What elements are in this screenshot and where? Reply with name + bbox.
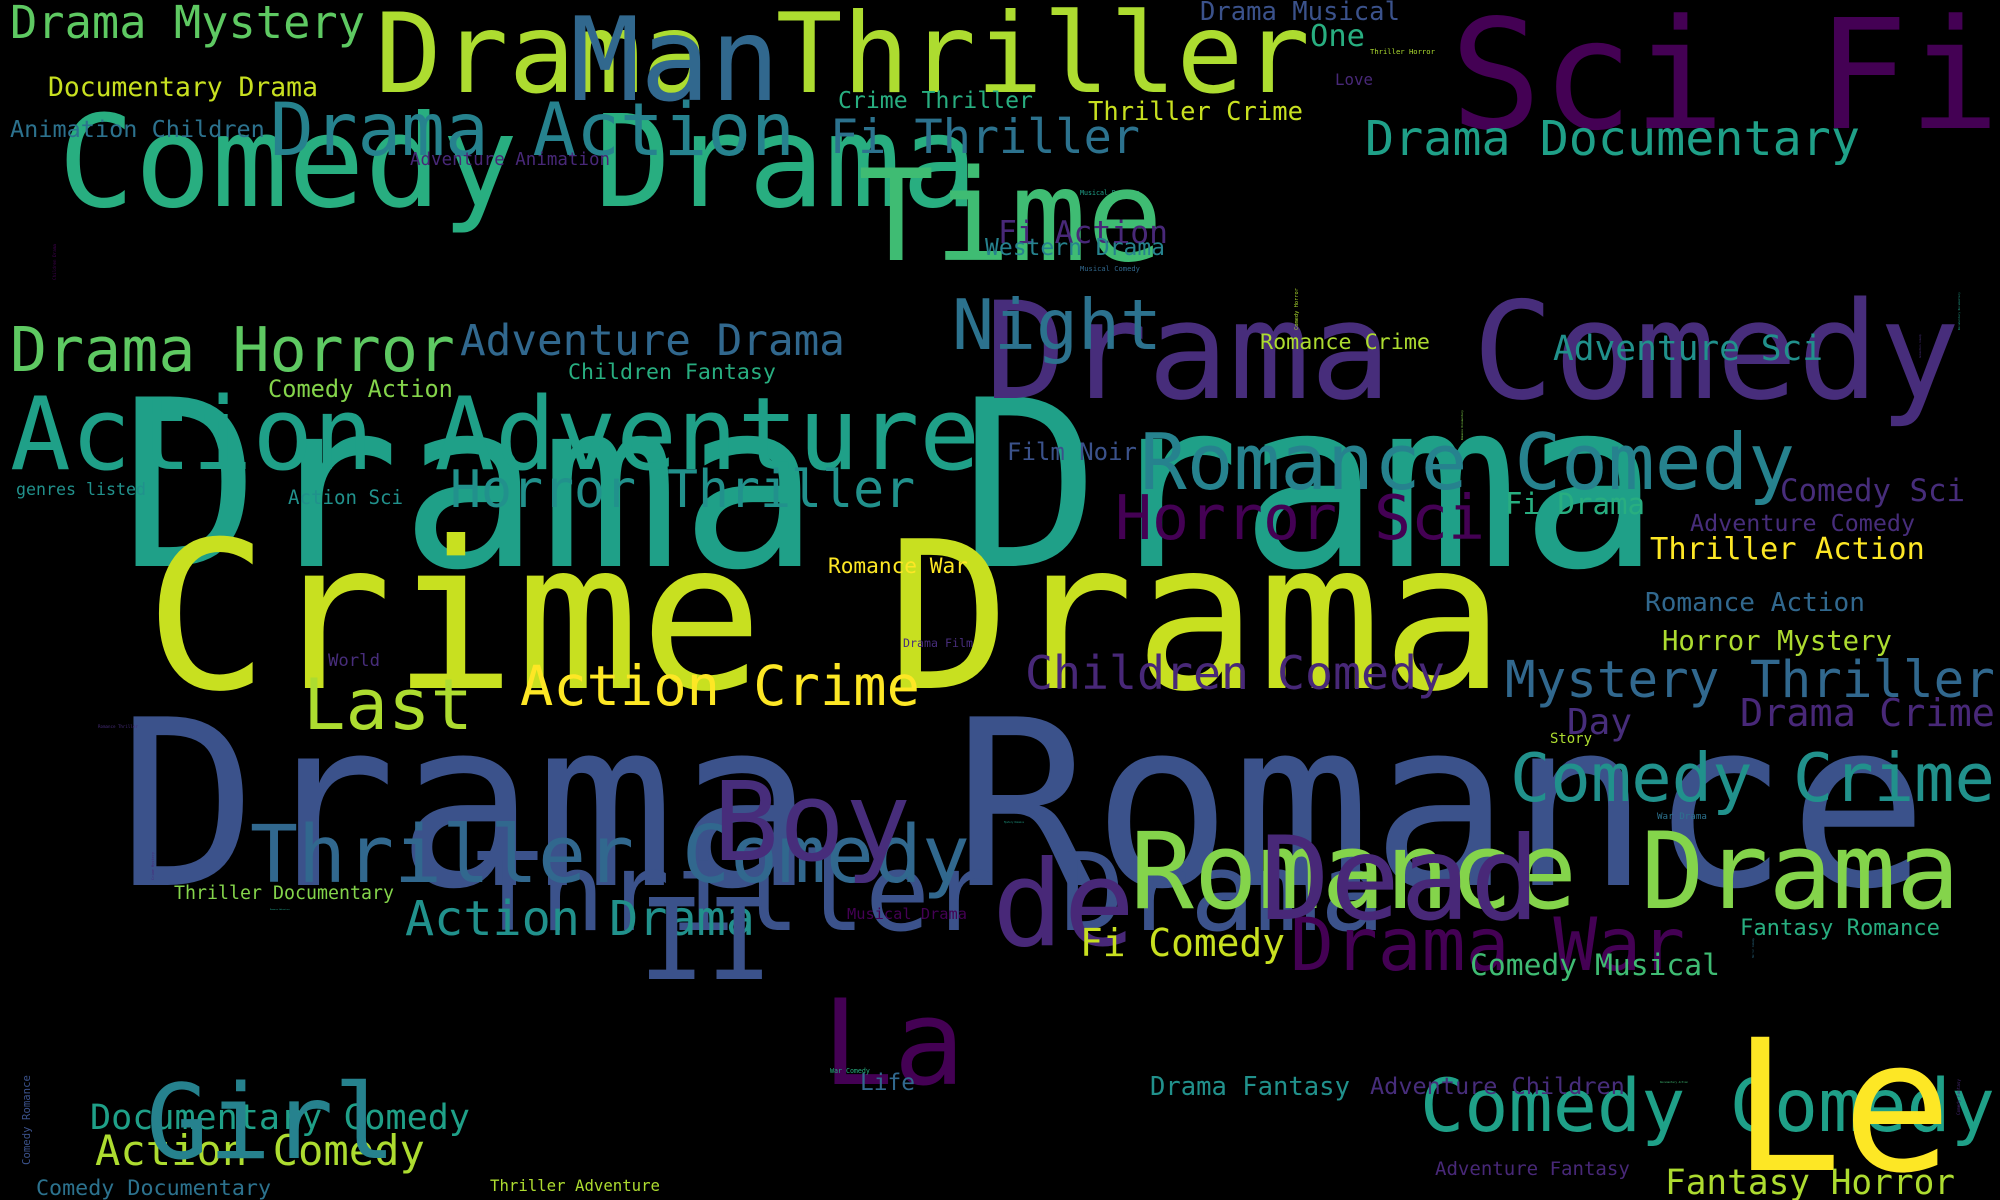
word-romance-war: Romance War xyxy=(828,553,968,578)
word-comedy-fantasy: Comedy Fantasy xyxy=(1957,1079,1962,1115)
word-animation-children: Animation Children xyxy=(10,115,265,143)
word-fi-comedy: Fi Comedy xyxy=(1080,921,1285,965)
word-night: Night xyxy=(952,285,1162,366)
word-horror-mystery: Horror Mystery xyxy=(1662,626,1892,657)
word-film-noir: Film Noir xyxy=(1007,438,1137,466)
word-romance-crime: Romance Crime xyxy=(1260,330,1430,355)
word-horror-sci: Horror Sci xyxy=(1115,483,1485,554)
word-children-comedy: Children Comedy xyxy=(1025,646,1445,700)
word-drama-crime: Drama Crime xyxy=(1740,691,1995,736)
word-adventure-fantasy: Adventure Fantasy xyxy=(1435,1158,1630,1180)
word-girl: Girl xyxy=(146,1063,397,1183)
word-fantasy-horror: Fantasy Horror xyxy=(1665,1162,1956,1200)
word-comedy-musical: Comedy Musical xyxy=(1470,947,1720,982)
word-war-drama: War Drama xyxy=(1657,811,1707,822)
word-comedy-sci: Comedy Sci xyxy=(1780,473,1965,509)
word-action-crime: Action Crime xyxy=(520,655,920,719)
word-life: Life xyxy=(860,1070,915,1096)
word-boy: Boy xyxy=(713,758,911,886)
word-crime-mystery: Crime Mystery xyxy=(151,851,155,880)
word-drama-film: Drama Film xyxy=(903,636,973,650)
word-thriller-crime: Thriller Crime xyxy=(1088,97,1303,127)
word-musical-drama: Musical Drama xyxy=(847,905,967,923)
word-thriller-horror: Thriller Horror xyxy=(1370,47,1435,56)
word-mystery-romance: Mystery Romance xyxy=(1004,821,1024,824)
word-romance-adventure: Romance Adventure xyxy=(270,909,290,911)
word-adventure-comedy: Adventure Comedy xyxy=(1690,509,1916,537)
word-love: Love xyxy=(1335,70,1373,89)
word-comedy-horror: Comedy Horror xyxy=(1294,288,1300,330)
word-man: Man xyxy=(570,0,780,128)
word-comedy-romance: Comedy Romance xyxy=(20,1075,33,1165)
word-crime-thriller: Crime Thriller xyxy=(838,88,1033,114)
word-adventure-animation: Adventure Animation xyxy=(410,150,611,170)
word-documentary-action: Documentary Action xyxy=(1660,1081,1688,1084)
word-thriller-action: Thriller Action xyxy=(1650,532,1925,567)
word-musical-comedy: Musical Comedy xyxy=(1080,264,1140,273)
word-story: Story xyxy=(1550,731,1592,747)
word-romance-thriller: Romance Thriller xyxy=(98,724,138,729)
word-action-sci: Action Sci xyxy=(288,486,403,509)
word-children-fantasy: Children Fantasy xyxy=(568,360,776,385)
word-fi-drama: Fi Drama xyxy=(1505,487,1645,521)
word-cloud: Comedy Drama Drama Drama Crime Drama Drama … xyxy=(0,0,2000,1200)
word-comedy-documentary: Comedy Documentary xyxy=(36,1176,272,1200)
word-documentary-documentary: Documentary Documentary xyxy=(1957,292,1961,330)
word-adventure-children: Adventure Children xyxy=(1370,1072,1625,1100)
word-drama-mystery: Drama Mystery xyxy=(10,0,366,49)
word-documentary-drama: Documentary Drama xyxy=(48,73,318,103)
word-one: One xyxy=(1310,19,1365,54)
word-romance-documentary: Romance Documentary xyxy=(1461,410,1464,440)
word-horror-thriller: Horror Thriller xyxy=(450,460,916,520)
word-animation-comedy: Animation Comedy xyxy=(1919,334,1922,358)
word-western-drama: Western Drama xyxy=(985,235,1166,261)
word-drama-documentary: Drama Documentary xyxy=(1365,111,1860,167)
word-drama-horror: Drama Horror xyxy=(10,314,455,386)
word-adventure-sci: Adventure Sci xyxy=(1553,329,1824,369)
word-drama-fantasy: Drama Fantasy xyxy=(1150,1072,1350,1102)
word-adventure-drama: Adventure Drama xyxy=(460,316,845,366)
word-thriller-adventure: Thriller Adventure xyxy=(490,1176,661,1195)
word-last: Last xyxy=(303,663,474,746)
word-thriller-documentary: Thriller Documentary xyxy=(174,883,394,904)
word-horror-comedy: Horror Comedy xyxy=(1752,938,1755,958)
word-comedy-crime: Comedy Crime xyxy=(1510,739,1995,817)
word-children-drama: Children Drama xyxy=(53,244,58,280)
word-comedy-action: Comedy Action xyxy=(268,375,453,403)
word-dead: Dead xyxy=(1260,812,1540,947)
word-romance-action: Romance Action xyxy=(1645,588,1865,618)
word-fantasy-romance: Fantasy Romance xyxy=(1740,915,1940,941)
word-drama-musical: Drama Musical xyxy=(1200,0,1400,27)
word-ii: II xyxy=(638,876,774,1006)
word-genres-listed: genres listed xyxy=(16,480,146,499)
